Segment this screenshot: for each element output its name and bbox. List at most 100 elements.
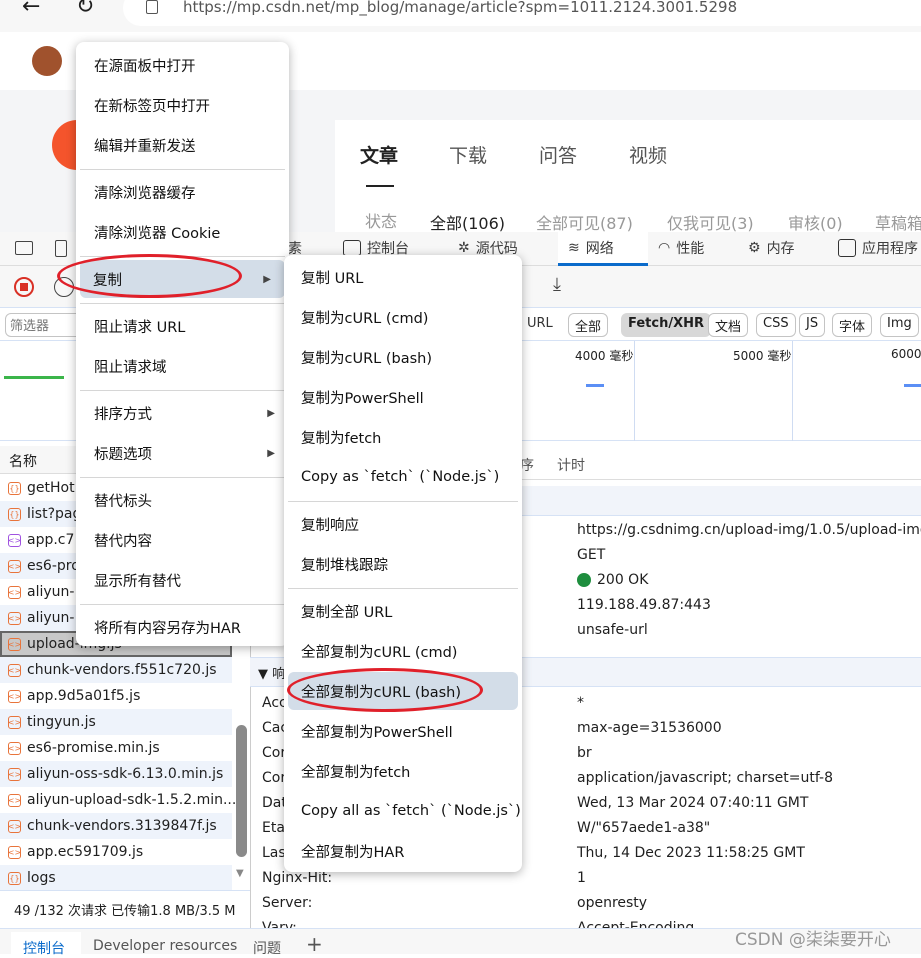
status-filter-public[interactable]: 全部可见(87): [536, 210, 633, 234]
reload-icon[interactable]: ↻: [76, 0, 94, 19]
download-icon[interactable]: ⤓: [553, 274, 561, 295]
menu-item-label: 标题选项: [94, 446, 152, 463]
lock-icon[interactable]: [146, 0, 158, 14]
tab-label: 网络: [585, 241, 614, 257]
menu-item[interactable]: 阻止请求 URL: [76, 307, 289, 345]
menu-item-label: 复制为PowerShell: [301, 390, 424, 407]
menu-item-label: 编辑并重新发送: [94, 138, 196, 155]
menu-item[interactable]: Copy as `fetch` (`Node.js`): [284, 458, 522, 496]
drawer-tab-issues[interactable]: 问题: [253, 938, 281, 958]
menu-item[interactable]: 复制为cURL (bash): [284, 338, 522, 376]
filter-css[interactable]: CSS: [756, 313, 796, 337]
wifi-icon: ≋: [568, 240, 580, 256]
request-row[interactable]: <> aliyun-upload-sdk-1.5.2.min...: [0, 787, 237, 813]
menu-item[interactable]: 全部复制为fetch: [284, 752, 522, 790]
inspect-icon[interactable]: [15, 241, 33, 255]
monkey-logo-icon[interactable]: [32, 46, 62, 76]
name-column-header[interactable]: 名称: [9, 451, 37, 471]
request-row[interactable]: <> aliyun-oss-sdk-6.13.0.min.js: [0, 761, 232, 787]
menu-item[interactable]: 全部复制为cURL (cmd): [284, 632, 522, 670]
status-filter-drafts[interactable]: 草稿箱: [875, 210, 921, 234]
script-icon: <>: [7, 845, 22, 859]
menu-item[interactable]: 将所有内容另存为HAR: [76, 608, 289, 646]
tab-qa[interactable]: 问答: [539, 141, 577, 168]
header-value: br: [577, 745, 592, 761]
menu-item[interactable]: 复制响应: [284, 505, 522, 543]
drawer-tab-console[interactable]: 控制台: [23, 938, 65, 958]
request-row[interactable]: <> app.9d5a01f5.js: [0, 683, 232, 709]
menu-item[interactable]: 复制为PowerShell: [284, 378, 522, 416]
response-headers-title[interactable]: ▼ 响: [258, 663, 285, 682]
menu-item[interactable]: 全部复制为HAR: [284, 832, 522, 870]
menu-item[interactable]: 清除浏览器缓存: [76, 173, 289, 211]
menu-item[interactable]: 阻止请求域: [76, 347, 289, 385]
status-filter-all[interactable]: 全部(106): [430, 210, 505, 234]
menu-item[interactable]: 复制 URL: [284, 258, 522, 296]
menu-item-label: 排序方式: [94, 406, 152, 423]
record-icon[interactable]: [14, 277, 34, 297]
menu-separator: [80, 303, 285, 304]
scroll-down-icon[interactable]: ▼: [236, 868, 244, 879]
filter-all[interactable]: 全部: [568, 313, 609, 337]
tab-application[interactable]: 应用程序: [838, 238, 918, 258]
filter-js[interactable]: JS: [799, 313, 826, 337]
tab-memory[interactable]: ⚙ 内存: [748, 238, 795, 258]
menu-item-label: 清除浏览器 Cookie: [94, 225, 221, 242]
timeline-divider: [634, 341, 635, 441]
url-filter-label[interactable]: URL: [527, 316, 553, 331]
status-filter-review[interactable]: 审核(0): [788, 210, 843, 234]
tab-network[interactable]: ≋ 网络: [568, 238, 614, 258]
request-row[interactable]: <> app.ec591709.js: [0, 839, 232, 865]
filter-fetch-xhr[interactable]: Fetch/XHR: [621, 313, 712, 337]
menu-item-label: 全部复制为cURL (cmd): [301, 644, 458, 661]
request-row[interactable]: <> chunk-vendors.3139847f.js: [0, 813, 232, 839]
menu-item[interactable]: 显示所有替代: [76, 561, 289, 599]
menu-item[interactable]: 复制为fetch: [284, 418, 522, 456]
menu-item[interactable]: 复制全部 URL: [284, 592, 522, 630]
menu-item[interactable]: 复制堆栈跟踪: [284, 545, 522, 583]
status-filter-private[interactable]: 仅我可见(3): [667, 210, 754, 234]
tab-video[interactable]: 视频: [629, 141, 667, 168]
console-icon: [343, 240, 361, 256]
menu-item[interactable]: Copy all as `fetch` (`Node.js`): [284, 792, 522, 830]
timeline-label: 6000: [891, 347, 921, 361]
request-name: chunk-vendors.f551c720.js: [27, 662, 217, 678]
request-name: getHot: [27, 480, 75, 496]
menu-item[interactable]: 清除浏览器 Cookie: [76, 213, 289, 251]
timeline-label: 4000 毫秒: [575, 349, 634, 363]
script-icon: <>: [7, 637, 22, 651]
request-row[interactable]: <> chunk-vendors.f551c720.js: [0, 657, 232, 683]
menu-item[interactable]: 替代标头: [76, 481, 289, 519]
menu-item-label: 显示所有替代: [94, 573, 181, 590]
menu-item-label: Copy as `fetch` (`Node.js`): [301, 469, 500, 485]
general-value: GET: [577, 547, 605, 563]
drawer-tab-developer-resources[interactable]: Developer resources: [93, 938, 237, 954]
request-row[interactable]: {} logs: [0, 865, 232, 891]
menu-item[interactable]: 全部复制为PowerShell: [284, 712, 522, 750]
tab-download[interactable]: 下载: [449, 141, 487, 168]
timeline-bar: [4, 376, 64, 379]
filter-font[interactable]: 字体: [832, 313, 873, 337]
menu-item[interactable]: 排序方式 ▶: [76, 394, 289, 432]
tab-article[interactable]: 文章: [360, 141, 398, 168]
url-text[interactable]: https://mp.csdn.net/mp_blog/manage/artic…: [183, 0, 737, 16]
request-list-scrollbar[interactable]: [236, 725, 247, 857]
menu-separator: [80, 477, 285, 478]
arrow-left-icon[interactable]: ←: [22, 0, 40, 19]
status-bar-text: 49 /132 次请求 已传输1.8 MB/3.5 M: [14, 904, 236, 919]
request-row[interactable]: <> tingyun.js: [0, 709, 232, 735]
menu-item[interactable]: 在新标签页中打开: [76, 86, 289, 124]
menu-item[interactable]: 复制为cURL (cmd): [284, 298, 522, 336]
add-drawer-tab-button[interactable]: +: [306, 932, 323, 956]
detail-tab-timing[interactable]: 计时: [557, 455, 585, 475]
filter-doc[interactable]: 文档: [708, 313, 749, 337]
menu-item[interactable]: 标题选项 ▶: [76, 434, 289, 472]
menu-item[interactable]: 替代内容: [76, 521, 289, 559]
menu-item[interactable]: 编辑并重新发送: [76, 126, 289, 164]
request-row[interactable]: <> es6-promise.min.js: [0, 735, 232, 761]
menu-item[interactable]: 在源面板中打开: [76, 46, 289, 84]
tab-performance[interactable]: ◠ 性能: [658, 238, 704, 258]
device-toggle-icon[interactable]: [55, 240, 67, 257]
filter-img[interactable]: Img: [880, 313, 919, 337]
detail-tab-initiator[interactable]: 序: [520, 455, 534, 475]
